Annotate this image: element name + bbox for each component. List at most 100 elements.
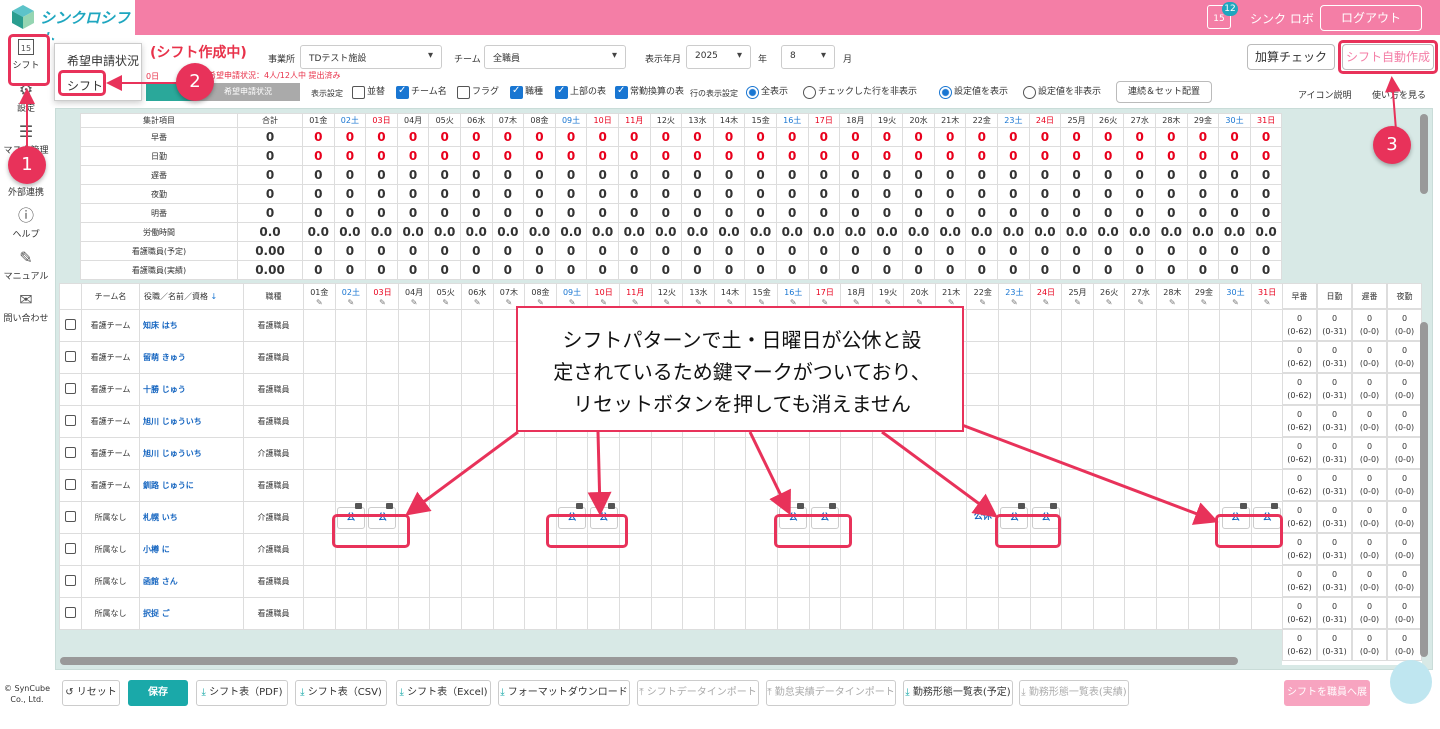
shift-cell[interactable] bbox=[1156, 469, 1189, 502]
shift-cell[interactable] bbox=[934, 501, 968, 534]
shift-cell[interactable] bbox=[334, 469, 368, 502]
menu-item-request[interactable]: 希望申請状況 bbox=[67, 52, 139, 69]
shift-cell[interactable] bbox=[1061, 469, 1094, 502]
shift-cell[interactable] bbox=[776, 437, 810, 470]
chain-set-button[interactable]: 連続＆セット配置 bbox=[1116, 81, 1212, 103]
day-column-header[interactable]: 31日 ✎ bbox=[1250, 283, 1284, 310]
shift-cell[interactable] bbox=[1250, 437, 1284, 470]
format-download-button[interactable]: ⤓ フォーマットダウンロード bbox=[498, 680, 630, 706]
shift-cell[interactable] bbox=[934, 533, 968, 566]
shift-cell[interactable] bbox=[1092, 597, 1126, 630]
shift-cell[interactable] bbox=[966, 341, 1000, 374]
shift-cell[interactable] bbox=[460, 437, 494, 470]
shift-cell[interactable] bbox=[840, 597, 873, 630]
pencil-icon[interactable]: ✎ bbox=[336, 298, 367, 307]
shift-cell[interactable] bbox=[334, 597, 368, 630]
day-column-header[interactable]: 05火 ✎ bbox=[429, 283, 462, 310]
job-checkbox[interactable]: 職種 bbox=[510, 84, 543, 99]
shift-cell[interactable] bbox=[334, 405, 368, 438]
shift-cell[interactable] bbox=[650, 437, 684, 470]
shift-cell[interactable] bbox=[966, 405, 1000, 438]
shift-cell[interactable] bbox=[1250, 373, 1284, 406]
mascot-avatar[interactable] bbox=[1390, 660, 1432, 704]
row-select-cell[interactable] bbox=[59, 341, 82, 374]
show-set-radio[interactable]: 設定値を表示 bbox=[939, 85, 1008, 99]
pencil-icon[interactable]: ✎ bbox=[304, 298, 335, 307]
csv-button[interactable]: ⤓ シフト表（CSV) bbox=[295, 680, 387, 706]
shift-cell[interactable] bbox=[682, 533, 715, 566]
shift-cell[interactable] bbox=[776, 597, 810, 630]
shift-cell[interactable] bbox=[1029, 405, 1063, 438]
shift-cell[interactable] bbox=[1124, 341, 1158, 374]
shift-cell[interactable] bbox=[1029, 341, 1063, 374]
shift-cell[interactable] bbox=[555, 437, 589, 470]
shift-cell[interactable] bbox=[713, 597, 747, 630]
row-checkbox[interactable] bbox=[65, 383, 76, 394]
row-select-cell[interactable] bbox=[59, 309, 82, 342]
shift-cell[interactable] bbox=[998, 437, 1031, 470]
shift-cell[interactable] bbox=[303, 373, 336, 406]
shift-cell[interactable] bbox=[650, 533, 684, 566]
shift-cell[interactable] bbox=[587, 565, 620, 598]
staff-name-link[interactable]: 函館 さん bbox=[139, 565, 244, 598]
shift-cell[interactable] bbox=[713, 437, 747, 470]
shift-cell[interactable] bbox=[460, 565, 494, 598]
shift-cell[interactable] bbox=[303, 597, 336, 630]
row-checkbox[interactable] bbox=[65, 351, 76, 362]
shift-cell[interactable] bbox=[1187, 309, 1221, 342]
shift-cell[interactable] bbox=[808, 437, 842, 470]
shift-cell[interactable] bbox=[460, 469, 494, 502]
shift-cell[interactable] bbox=[460, 341, 494, 374]
shift-cell[interactable] bbox=[1061, 533, 1094, 566]
hide-checked-radio[interactable]: チェックした行を非表示 bbox=[803, 85, 917, 99]
shift-cell[interactable] bbox=[492, 565, 526, 598]
day-column-header[interactable]: 25月 ✎ bbox=[1061, 283, 1094, 310]
shift-cell[interactable]: 公休 bbox=[966, 501, 1000, 534]
shift-cell[interactable] bbox=[366, 597, 399, 630]
shift-cell[interactable] bbox=[871, 501, 905, 534]
shift-cell[interactable] bbox=[460, 597, 494, 630]
shift-cell[interactable] bbox=[713, 501, 747, 534]
shift-cell[interactable] bbox=[966, 597, 1000, 630]
staff-name-link[interactable]: 旭川 じゅういち bbox=[139, 405, 244, 438]
pencil-icon[interactable]: ✎ bbox=[1094, 298, 1125, 307]
flag-checkbox[interactable]: フラグ bbox=[457, 85, 499, 99]
shift-cell[interactable] bbox=[998, 565, 1031, 598]
shift-cell[interactable] bbox=[682, 565, 715, 598]
shift-cell[interactable] bbox=[1124, 405, 1158, 438]
shift-cell[interactable] bbox=[1156, 565, 1189, 598]
day-column-header[interactable]: 06水 ✎ bbox=[460, 283, 494, 310]
team-name-checkbox[interactable]: チーム名 bbox=[396, 84, 447, 99]
shift-cell[interactable] bbox=[1187, 469, 1221, 502]
shift-cell[interactable] bbox=[840, 565, 873, 598]
shift-cell[interactable] bbox=[966, 533, 1000, 566]
shift-cell[interactable] bbox=[429, 533, 462, 566]
row-select-cell[interactable] bbox=[59, 597, 82, 630]
shift-cell[interactable] bbox=[998, 597, 1031, 630]
shift-cell[interactable] bbox=[1029, 373, 1063, 406]
staff-name-link[interactable]: 旭川 じゅういち bbox=[139, 437, 244, 470]
shift-cell[interactable] bbox=[1156, 501, 1189, 534]
shift-cell[interactable] bbox=[397, 341, 431, 374]
pencil-icon[interactable]: ✎ bbox=[1125, 298, 1156, 307]
shift-cell[interactable] bbox=[429, 437, 462, 470]
pencil-icon[interactable]: ✎ bbox=[999, 298, 1030, 307]
shift-cell[interactable] bbox=[1156, 405, 1189, 438]
row-select-cell[interactable] bbox=[59, 469, 82, 502]
shift-cell[interactable] bbox=[1029, 437, 1063, 470]
pencil-icon[interactable]: ✎ bbox=[367, 298, 398, 307]
icon-help-link[interactable]: アイコン説明 bbox=[1298, 88, 1352, 101]
shift-cell[interactable] bbox=[871, 469, 905, 502]
shift-cell[interactable] bbox=[682, 501, 715, 534]
shift-cell[interactable] bbox=[1250, 405, 1284, 438]
shift-cell[interactable] bbox=[840, 437, 873, 470]
shift-cell[interactable] bbox=[303, 341, 336, 374]
shift-cell[interactable] bbox=[460, 309, 494, 342]
shift-cell[interactable] bbox=[303, 501, 336, 534]
shift-cell[interactable] bbox=[524, 597, 557, 630]
shift-cell[interactable] bbox=[492, 533, 526, 566]
shift-cell[interactable] bbox=[1219, 565, 1252, 598]
shift-import-button[interactable]: ⤒ シフトデータインポート bbox=[637, 680, 759, 706]
row-select-cell[interactable] bbox=[59, 565, 82, 598]
day-column-header[interactable]: 30土 ✎ bbox=[1219, 283, 1252, 310]
